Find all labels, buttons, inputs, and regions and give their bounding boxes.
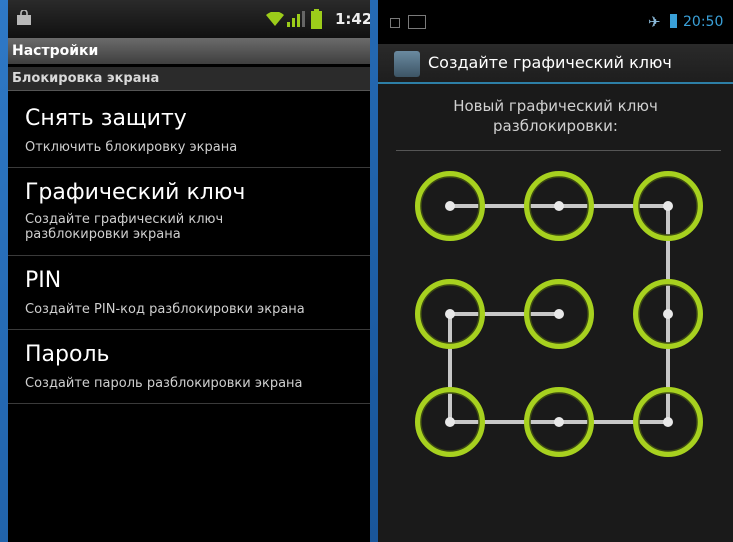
status-time: 1:42 xyxy=(335,10,370,28)
list-item-summary: Отключить блокировку экрана xyxy=(25,140,238,155)
pattern-center-dot xyxy=(554,417,564,427)
pattern-center-dot xyxy=(554,309,564,319)
pattern-grid[interactable] xyxy=(378,0,733,542)
shopping-bag-icon xyxy=(17,10,31,25)
pattern-center-dot xyxy=(663,201,673,211)
pattern-center-dot xyxy=(554,201,564,211)
page-title: Настройки xyxy=(8,38,370,64)
list-item-pin[interactable]: PIN Создайте PIN-код разблокировки экран… xyxy=(8,256,370,330)
signal-icon xyxy=(287,11,305,27)
list-item-summary: Создайте пароль разблокировки экрана xyxy=(25,376,303,391)
pattern-screen: ✈ 20:50 Создайте графический ключ Новый … xyxy=(378,0,733,542)
list-item-remove-protection[interactable]: Снять защиту Отключить блокировку экрана xyxy=(8,94,370,168)
list-item-title: Пароль xyxy=(25,342,110,367)
list-item-password[interactable]: Пароль Создайте пароль разблокировки экр… xyxy=(8,330,370,404)
pattern-center-dot xyxy=(445,201,455,211)
settings-screen: 1:42 Настройки Блокировка экрана Снять з… xyxy=(8,0,370,542)
battery-icon xyxy=(311,9,322,29)
list-item-summary: Создайте графический ключ разблокировки … xyxy=(25,212,224,242)
wifi-icon xyxy=(266,12,284,26)
list-item-title: Снять защиту xyxy=(25,106,187,131)
list-item-title: Графический ключ xyxy=(25,180,246,205)
pattern-center-dot xyxy=(445,417,455,427)
list-item-pattern[interactable]: Графический ключ Создайте графический кл… xyxy=(8,168,370,256)
pattern-center-dot xyxy=(663,417,673,427)
pattern-center-dot xyxy=(663,309,673,319)
status-bar: 1:42 xyxy=(8,0,370,38)
list-item-title: PIN xyxy=(25,268,62,293)
pattern-center-dot xyxy=(445,309,455,319)
section-header: Блокировка экрана xyxy=(8,67,370,91)
list-item-summary: Создайте PIN-код разблокировки экрана xyxy=(25,302,305,317)
